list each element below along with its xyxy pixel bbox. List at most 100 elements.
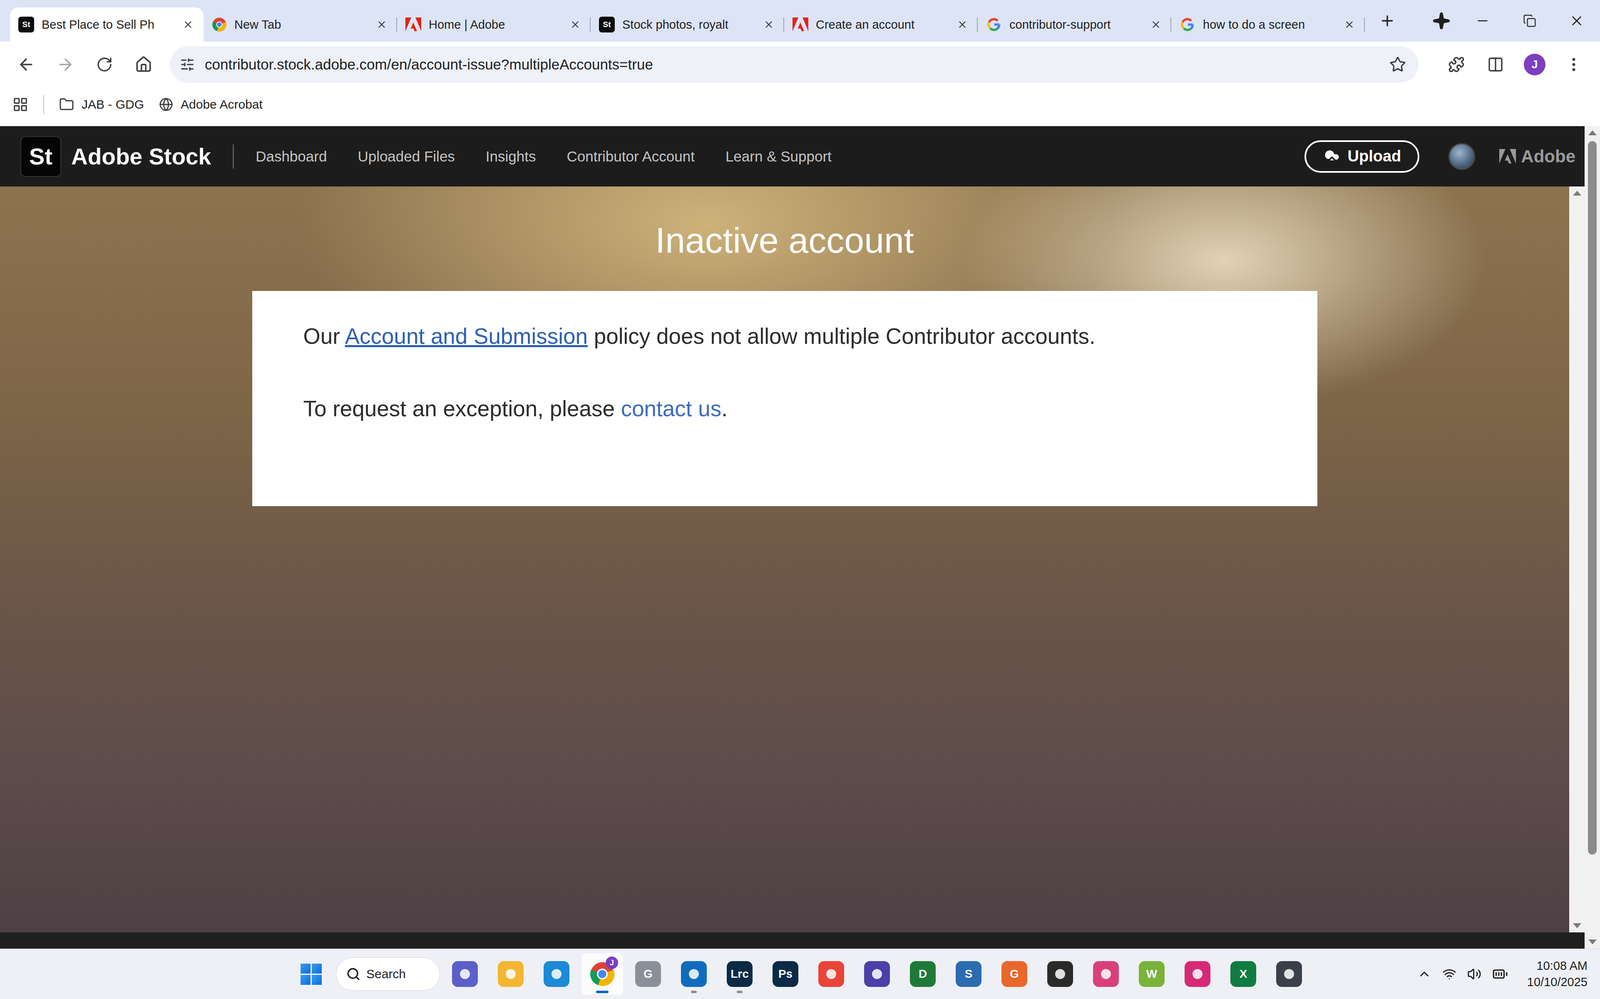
taskbar-app[interactable]: J [581, 953, 624, 995]
tile-mark [459, 968, 470, 979]
taskbar-app[interactable]: G [993, 953, 1036, 995]
extensions-button[interactable] [1438, 46, 1475, 83]
tab-close-button[interactable] [761, 17, 776, 32]
taskbar-app[interactable]: Ps [764, 953, 807, 995]
scroll-up-icon[interactable] [1572, 190, 1582, 196]
scroll-track [1569, 195, 1585, 924]
browser-tab[interactable]: New Tab [203, 7, 398, 42]
reload-icon [96, 56, 113, 73]
split-view-button[interactable] [1477, 46, 1514, 83]
taskbar-app[interactable] [489, 953, 532, 995]
taskbar-app[interactable] [1268, 953, 1310, 995]
star-icon[interactable] [1389, 56, 1407, 73]
plus-icon [1378, 12, 1396, 30]
windows-logo-icon [311, 963, 322, 974]
taskbar-app[interactable] [1085, 953, 1127, 995]
browser-tab[interactable]: Create an account [784, 7, 978, 42]
policy-link[interactable]: Account and Submission [345, 323, 588, 349]
tile-mark [505, 968, 516, 979]
upload-button[interactable]: Upload [1304, 140, 1420, 173]
tile-mark [1192, 968, 1203, 979]
address-bar[interactable]: contributor.stock.adobe.com/en/account-i… [169, 46, 1419, 83]
tab-label: Stock photos, royalt [622, 17, 755, 32]
adobe-logo[interactable]: Adobe [1499, 146, 1576, 167]
taskbar-app[interactable]: X [1222, 953, 1265, 995]
browser-tab[interactable]: St Stock photos, royalt [590, 7, 785, 42]
taskbar-app[interactable]: D [901, 953, 944, 995]
close-icon [376, 19, 388, 30]
restore-button[interactable] [1505, 0, 1553, 42]
browser-tab[interactable]: StBest Place to Sell Ph [9, 7, 204, 42]
profile-button[interactable]: J [1516, 46, 1553, 83]
start-button[interactable] [290, 953, 332, 995]
nav-item[interactable]: Dashboard [255, 148, 327, 165]
adobe-favicon-icon [405, 17, 422, 32]
arrow-right-icon [56, 55, 75, 74]
taskbar-app[interactable]: S [947, 953, 990, 995]
browser-tab[interactable]: contributor-support [977, 7, 1172, 42]
taskbar-app[interactable]: G [627, 953, 669, 995]
s-app-icon: S [955, 961, 982, 987]
new-tab-button[interactable] [1369, 3, 1405, 39]
taskbar-app[interactable]: Lrc [718, 953, 761, 995]
menu-button[interactable] [1555, 46, 1592, 83]
taskbar-app[interactable] [1176, 953, 1219, 995]
tab-close-button[interactable] [955, 17, 970, 32]
minimize-button[interactable] [1458, 0, 1506, 42]
scroll-up-icon[interactable] [1588, 130, 1597, 136]
inner-scrollbar[interactable] [1569, 186, 1585, 933]
nav-item[interactable]: Insights [485, 148, 537, 165]
tab-close-button[interactable] [1148, 17, 1163, 32]
battery-icon[interactable] [1492, 966, 1509, 982]
taskbar-app[interactable] [444, 953, 486, 995]
taskbar-app[interactable] [1039, 953, 1081, 995]
contact-link[interactable]: contact us [621, 396, 722, 421]
user-avatar[interactable] [1448, 143, 1476, 170]
taskbar-app[interactable]: W [1130, 953, 1173, 995]
browser-tab[interactable]: Home | Adobe [397, 7, 591, 42]
tab-close-button[interactable] [181, 17, 196, 32]
tab-close-button[interactable] [1342, 17, 1357, 32]
site-info-icon[interactable] [179, 57, 195, 73]
hero-row: Inactive accountOur Account and Submissi… [0, 186, 1585, 933]
bookmark[interactable]: JAB - GDG [59, 96, 145, 112]
reload-button[interactable] [86, 46, 123, 83]
scroll-down-icon[interactable] [1588, 939, 1597, 945]
tab-close-button[interactable] [568, 17, 583, 32]
close-icon [182, 19, 194, 30]
chevron-up-icon[interactable] [1417, 966, 1432, 982]
nav-item[interactable]: Contributor Account [566, 148, 695, 165]
taskbar-app[interactable] [856, 953, 898, 995]
wifi-icon[interactable] [1442, 966, 1457, 982]
volume-icon[interactable] [1467, 966, 1482, 982]
screen: StBest Place to Sell PhNew TabHome | Ado… [0, 0, 1600, 999]
taskbar-app[interactable] [535, 953, 578, 995]
brand-name[interactable]: Adobe Stock [71, 143, 212, 170]
nav-item[interactable]: Uploaded Files [357, 148, 455, 165]
exception-message: To request an exception, please contact … [303, 393, 1267, 425]
clock[interactable]: 10:08 AM10/10/2025 [1527, 957, 1588, 991]
taskbar-app[interactable] [810, 953, 853, 995]
apps-grid-icon[interactable] [12, 96, 29, 113]
tab-close-button[interactable] [374, 17, 389, 32]
home-button[interactable] [125, 46, 162, 83]
scroll-down-icon[interactable] [1572, 923, 1582, 929]
page-scrollbar[interactable] [1584, 126, 1600, 949]
close-button[interactable] [1552, 0, 1600, 42]
taskbar-app[interactable] [673, 953, 715, 995]
stock-favicon-icon: St [598, 16, 615, 33]
bookmark[interactable]: Adobe Acrobat [159, 97, 263, 112]
site-header: St Adobe Stock Dashboard Uploaded Files Insi… [0, 126, 1585, 187]
scroll-thumb[interactable] [1587, 141, 1597, 855]
forward-button[interactable] [47, 46, 84, 83]
gemini-button[interactable] [1423, 3, 1459, 39]
close-icon [569, 19, 581, 30]
nav-item[interactable]: Learn & Support [725, 148, 832, 165]
taskbar-search[interactable]: Search [335, 957, 440, 991]
stock-favicon-icon: St [18, 16, 35, 33]
browser-tab[interactable]: how to do a screen [1171, 7, 1365, 42]
stock-logo[interactable]: St [20, 136, 62, 177]
back-button[interactable] [8, 46, 45, 83]
hero-banner: Inactive accountOur Account and Submissi… [0, 186, 1570, 933]
gem-icon [864, 961, 890, 987]
